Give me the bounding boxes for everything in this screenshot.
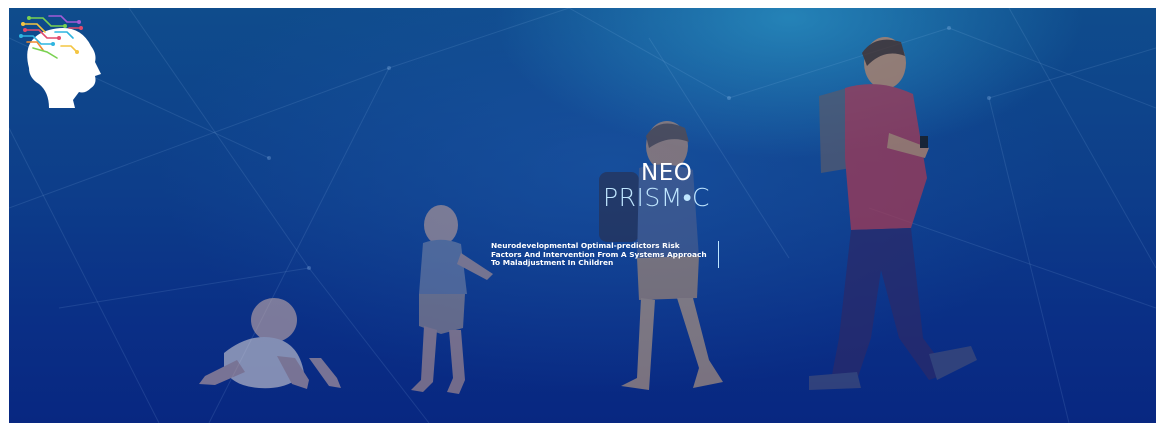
baby-crawling-figure	[199, 298, 341, 389]
hero-banner: NEO PRISM•C Neurodevelopmental Optimal-p…	[9, 8, 1156, 423]
teen-with-phone-figure	[809, 37, 977, 390]
logo-tagline: Neurodevelopmental Optimal-predictors Ri…	[491, 241, 707, 268]
logo-prism-c-text: PRISM•C	[603, 183, 710, 212]
child-head-icon	[27, 28, 101, 108]
neo-prism-c-logo	[19, 15, 101, 108]
toddler-walking-figure	[411, 205, 493, 394]
logo-divider-line	[718, 241, 719, 268]
